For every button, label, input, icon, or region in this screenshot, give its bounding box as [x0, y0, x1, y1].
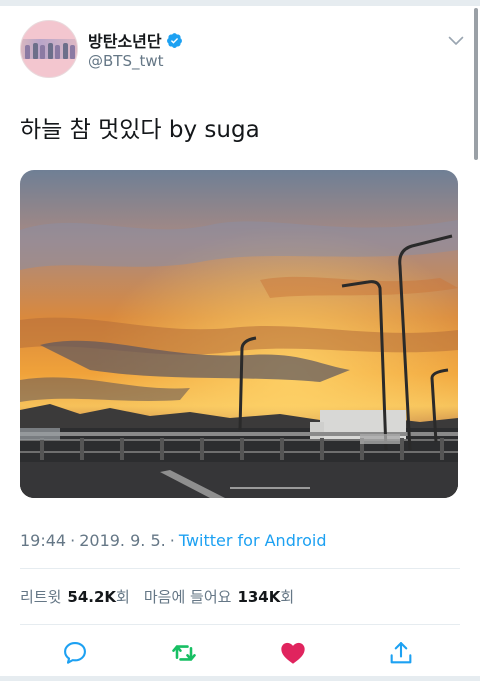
divider	[20, 624, 460, 625]
tweet-source-link[interactable]: Twitter for Android	[179, 531, 327, 550]
tweet-stats: 리트윗 54.2K 회 마음에 들어요 134K 회	[20, 586, 294, 607]
meta-separator-2: ·	[169, 531, 175, 550]
heart-icon[interactable]	[279, 639, 307, 667]
tweet-header: 방탄소년단 @BTS_twt	[20, 20, 468, 80]
tweet-text: 하늘 참 멋있다 by suga	[20, 117, 260, 143]
chevron-down-icon[interactable]	[448, 36, 464, 46]
likes-suffix: 회	[280, 588, 295, 606]
scrollbar[interactable]	[474, 8, 478, 160]
share-icon[interactable]	[387, 639, 415, 667]
retweets-count[interactable]: 54.2K	[67, 588, 116, 606]
likes-label[interactable]: 마음에 들어요	[144, 586, 232, 607]
retweet-icon[interactable]	[170, 639, 198, 667]
tweet-photo[interactable]	[20, 170, 458, 498]
meta-separator: ·	[70, 531, 76, 550]
user-handle[interactable]: @BTS_twt	[88, 52, 164, 70]
retweets-suffix: 회	[116, 588, 130, 606]
top-divider	[0, 0, 480, 6]
tweet-time: 19:44	[20, 531, 67, 550]
avatar[interactable]	[20, 20, 78, 78]
tweet-meta: 19:44 · 2019. 9. 5. · Twitter for Androi…	[20, 531, 326, 550]
likes-count[interactable]: 134K	[237, 588, 280, 606]
tweet-actions	[0, 636, 480, 670]
bottom-divider	[0, 676, 480, 681]
display-name[interactable]: 방탄소년단	[88, 28, 162, 52]
verified-badge-icon	[166, 32, 182, 48]
divider	[20, 568, 460, 569]
tweet-date: 2019. 9. 5.	[79, 531, 166, 550]
reply-icon[interactable]	[61, 639, 89, 667]
name-row: 방탄소년단	[88, 28, 183, 52]
retweets-label[interactable]: 리트윗	[20, 586, 61, 607]
